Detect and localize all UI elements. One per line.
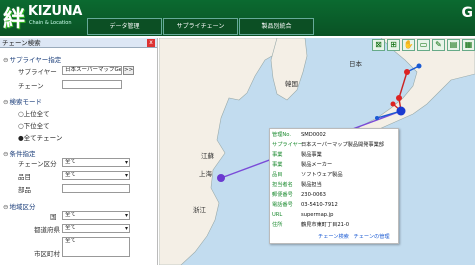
korea-landmass	[270, 38, 308, 101]
supplier-marker[interactable]	[390, 101, 396, 107]
tab-supply-chain[interactable]: サプライチェーン	[163, 18, 238, 35]
mode-all-chain-radio[interactable]: ●全てチェーン	[18, 132, 62, 142]
supplier-marker[interactable]	[375, 116, 379, 120]
zoom-in-icon[interactable]: ⊞	[387, 39, 400, 51]
close-icon[interactable]: x	[147, 39, 155, 47]
prefecture-label: 都道府県	[34, 226, 60, 234]
popup-row: 電話番号 03-5410-7912	[272, 202, 338, 208]
prefecture-select[interactable]: 全て	[62, 224, 130, 233]
city-label: 市区町村	[34, 250, 60, 258]
zoom-out-icon[interactable]: ⊠	[372, 39, 385, 51]
app-header: 絆 KIZUNA Chain & Location データ管理 サプライチェーン…	[0, 0, 475, 36]
chain-category-label: チェーン区分	[18, 160, 57, 168]
app-window: 絆 KIZUNA Chain & Location データ管理 サプライチェーン…	[0, 0, 475, 265]
supplier-marker-selected[interactable]	[396, 106, 406, 116]
layer-icon[interactable]: ▤	[447, 39, 460, 51]
popup-row: 品目 ソフトウェア製品	[272, 172, 343, 178]
supplier-input[interactable]: 日本スーパーマップGeo	[62, 66, 122, 75]
popup-row: 郵便番号 230-0063	[272, 192, 326, 198]
popup-row: 事業 製品メーカー	[272, 162, 333, 168]
supplier-info-popup: 管理No. SMD0002 サプライヤー日本スーパーマップ製品開発事業部 事業 製品…	[269, 128, 399, 244]
supplier-marker[interactable]	[416, 63, 422, 69]
map-label-japan: 日本	[349, 60, 362, 68]
country-label: 国	[50, 213, 57, 221]
chain-search-panel: チェーン検索 x サプライヤー指定 サプライヤー 日本スーパーマップGeo >>…	[0, 38, 158, 265]
logo-text: KIZUNA	[28, 4, 83, 19]
mode-upstream-radio[interactable]: ○上位全て	[18, 108, 50, 118]
logo-kanji: 絆	[3, 6, 26, 32]
map-label-jiangsu: 江蘇	[201, 152, 214, 160]
popup-row: 管理No. SMD0002	[272, 132, 326, 138]
popup-row: サプライヤー日本スーパーマップ製品開発事業部	[272, 142, 384, 148]
panel-title: チェーン検索	[0, 38, 157, 48]
chain-route-line	[398, 71, 408, 99]
chain-search-link[interactable]: チェーン検索	[318, 234, 349, 240]
popup-row: 担当者名 製品担当	[272, 182, 322, 188]
chain-input[interactable]	[62, 80, 122, 89]
china-landmass	[159, 38, 280, 265]
tab-product-integration[interactable]: 製品別統合	[239, 18, 314, 35]
item-select[interactable]: 全て	[62, 171, 130, 180]
part-input[interactable]	[62, 184, 130, 193]
chain-manage-link[interactable]: チェーンの管理	[354, 234, 390, 240]
search-mode-section-header[interactable]: 検索モード	[3, 96, 42, 106]
rect-select-icon[interactable]: ▭	[417, 39, 430, 51]
print-icon[interactable]: ▦	[462, 39, 475, 51]
supplier-marker[interactable]	[217, 174, 225, 182]
supplier-marker[interactable]	[396, 95, 402, 101]
header-logo-mark: G	[461, 5, 474, 21]
supplier-select-button[interactable]: >>	[123, 66, 134, 75]
country-select[interactable]: 全て	[62, 211, 130, 220]
tab-data-management[interactable]: データ管理	[87, 18, 162, 35]
supplier-marker[interactable]	[404, 69, 410, 75]
map-label-zhejiang: 浙江	[193, 206, 206, 214]
supplier-label: サプライヤー	[18, 68, 57, 76]
supplier-section-header[interactable]: サプライヤー指定	[3, 54, 61, 64]
popup-links: チェーン検索 チェーンの管理	[318, 233, 390, 240]
region-section-header[interactable]: 地域区分	[3, 201, 35, 211]
item-label: 品目	[18, 173, 31, 181]
mode-upstream-label: 上位全て	[23, 110, 50, 118]
popup-row: 事業 製品事業	[272, 152, 322, 158]
chain-category-select[interactable]: 全て	[62, 158, 130, 167]
mode-downstream-radio[interactable]: ○下位全て	[18, 120, 50, 130]
popup-row: 住所 鶴見市東町丁目21-0	[272, 222, 350, 228]
map-label-shanghai: 上海	[199, 170, 212, 178]
mode-downstream-label: 下位全て	[23, 122, 50, 130]
popup-row: URL supermap.jp	[272, 212, 334, 218]
chain-label: チェーン	[18, 82, 44, 90]
map-label-korea: 韓国	[285, 80, 298, 88]
logo-subtitle: Chain & Location	[29, 20, 72, 26]
part-label: 部品	[18, 186, 31, 194]
condition-section-header[interactable]: 条件指定	[3, 148, 35, 158]
city-list[interactable]: 全て	[62, 237, 130, 257]
pan-icon[interactable]: ✋	[402, 39, 415, 51]
mode-all-chain-label: 全てチェーン	[23, 134, 63, 142]
measure-icon[interactable]: ✎	[432, 39, 445, 51]
